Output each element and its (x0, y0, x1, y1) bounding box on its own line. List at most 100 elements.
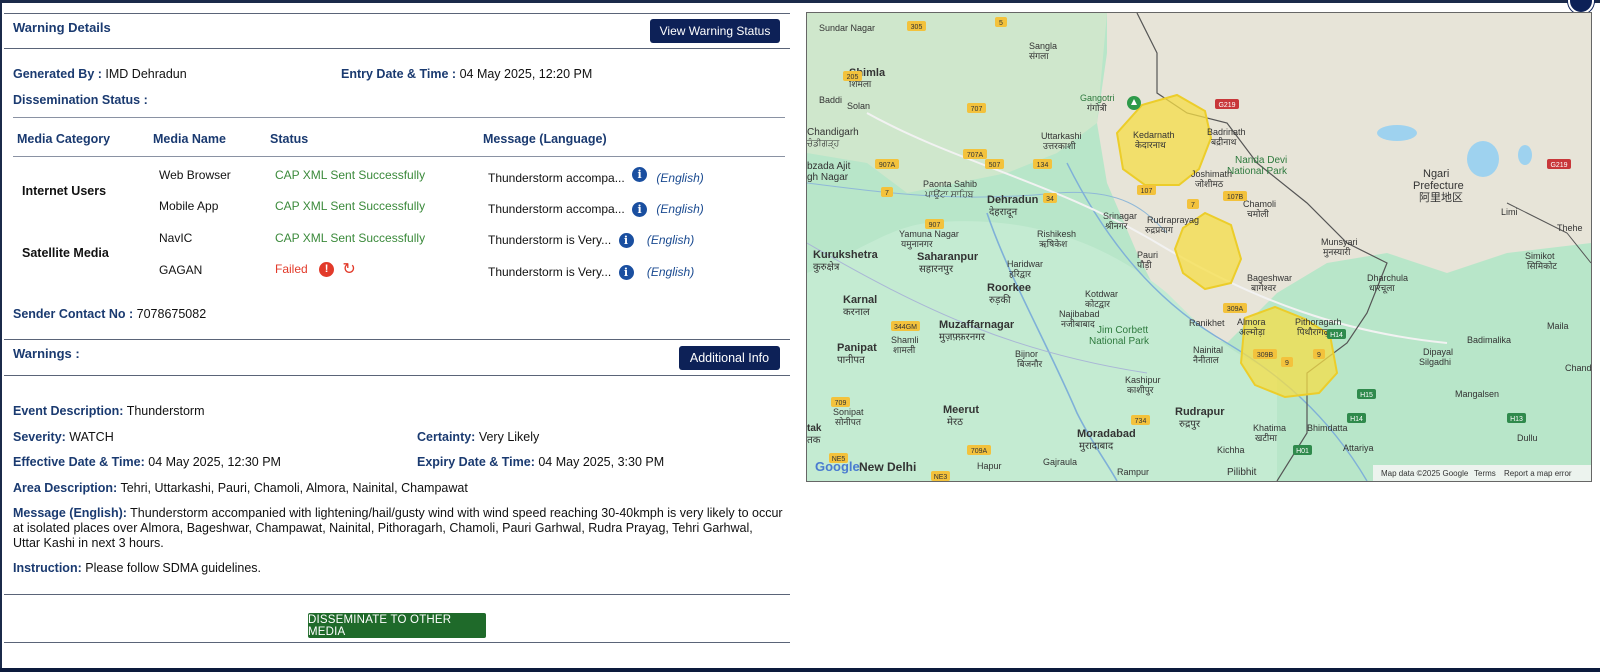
warnings-title: Warnings : (13, 346, 80, 361)
map-label: काशीपुर (1127, 384, 1154, 396)
map-label: रुड़की (989, 294, 1011, 306)
map-label: Silgadhi (1419, 357, 1451, 367)
info-icon[interactable]: i (618, 233, 634, 249)
map-label: चमोली (1247, 208, 1270, 219)
map-label: Moradabad (1077, 428, 1136, 440)
map-label: अल्मोड़ा (1239, 326, 1266, 337)
road-shield-label: 507 (989, 162, 1001, 169)
map-label: Chandigarh (807, 127, 859, 138)
road-shield-label: 309A (1227, 306, 1244, 313)
map-label: संगला (1029, 51, 1049, 61)
map-label: Haridwar (1007, 259, 1043, 269)
road-shield-label: 7 (1191, 202, 1195, 209)
map-label: बद्रीनाथ (1211, 136, 1237, 147)
road-shield-label: 205 (847, 74, 859, 81)
view-warning-status-button[interactable]: View Warning Status (650, 19, 780, 43)
disseminate-button[interactable]: DISSEMINATE TO OTHER MEDIA (308, 613, 486, 638)
event-description: Event Description: Thunderstorm (13, 404, 205, 418)
road-shield-label: 707A (967, 152, 984, 159)
map-label: Maila (1547, 321, 1569, 331)
instruction: Instruction: Please follow SDMA guidelin… (13, 561, 262, 575)
warning-area-map[interactable]: Sundar Nagar Shimla शिमला Baddi Solan Ch… (806, 12, 1592, 482)
map-data-attribution: Map data ©2025 Google (1381, 469, 1469, 478)
media-name: Web Browser (159, 168, 231, 182)
map-label: रुद्रप्रयाग (1145, 225, 1174, 235)
map-label: श्रीनगर (1105, 220, 1128, 231)
map-label: Kotdwar (1085, 289, 1118, 299)
road-shield-label: G219 (1550, 162, 1567, 169)
map-label: मुनस्यारी (1323, 246, 1351, 258)
divider (4, 13, 790, 14)
road-shield-label: 34 (1046, 196, 1054, 203)
road-shield-label: 907A (879, 162, 896, 169)
road-shield-label: 309B (1257, 352, 1274, 359)
map-label: Nainital (1193, 345, 1223, 355)
map-label: Pauri (1137, 250, 1158, 260)
road-shield-label: 734 (1135, 418, 1147, 425)
map-label: बागेश्वर (1251, 282, 1276, 293)
map-label: Attariya (1343, 443, 1374, 453)
road-shield-label: H15 (1360, 392, 1373, 399)
map-label: Najibabad (1059, 309, 1100, 319)
map-label: शामली (893, 344, 916, 355)
map-label: कोटद्वार (1085, 298, 1110, 309)
road-shield-label: G219 (1218, 102, 1235, 109)
map-label: gh Nagar (807, 172, 849, 183)
top-bar (0, 0, 1600, 3)
map-label: Dehradun (987, 194, 1039, 206)
map-label: Kurukshetra (813, 249, 879, 261)
map-label: Ranikhet (1189, 318, 1225, 328)
table-divider (13, 117, 785, 118)
map-label: Meerut (943, 404, 979, 416)
map-label: उत्तरकाशी (1043, 140, 1076, 151)
map-label: ऋषिकेश (1039, 238, 1068, 249)
map-label: Shamli (891, 335, 919, 345)
map-label: Muzaffarnagar (939, 319, 1015, 331)
map-label: जोशीमठ (1195, 178, 1224, 189)
map-label: 阿里地区 (1419, 191, 1463, 204)
map-canvas[interactable]: Sundar Nagar Shimla शिमला Baddi Solan Ch… (807, 13, 1591, 481)
map-label: Sundar Nagar (819, 23, 875, 33)
status-success: CAP XML Sent Successfully (275, 231, 426, 245)
map-label: Pilibhit (1227, 467, 1257, 478)
road-shield-label: 907 (929, 222, 941, 229)
road-shield-label: H14 (1330, 332, 1343, 339)
map-label: Dipayal (1423, 347, 1453, 357)
map-label: Baddi (819, 95, 842, 105)
expiry-date: Expiry Date & Time: 04 May 2025, 3:30 PM (417, 455, 665, 469)
error-icon[interactable]: ! (319, 262, 335, 278)
map-label: रुद्रपुर (1179, 419, 1201, 430)
map-label: सोनीपत (835, 416, 862, 427)
map-label: Joshimath (1191, 169, 1232, 179)
map-label: Sonipat (833, 407, 864, 417)
message-cell: Thunderstorm accompa... i (English) (488, 167, 704, 185)
map-label: ਪਾਉਂਟਾ ਸਾਹਿਬ (924, 189, 974, 199)
map-label: Thehe (1557, 223, 1583, 233)
map-label: National Park (1089, 336, 1150, 347)
map-label: Bageshwar (1247, 273, 1292, 283)
road-shield-label: NE3 (934, 474, 948, 481)
road-shield-label: 709 (835, 400, 847, 407)
map-terms-link[interactable]: Terms (1474, 469, 1496, 478)
map-label: Chanda (1565, 363, 1591, 373)
road-shield-label: 107B (1227, 194, 1244, 201)
map-label: गंगोत्री (1087, 102, 1107, 113)
info-icon[interactable]: i (632, 167, 648, 183)
map-label: पानीपत (837, 354, 865, 366)
map-label: Prefecture (1413, 180, 1464, 192)
road-shield-label: H14 (1350, 416, 1363, 423)
table-divider (13, 156, 785, 157)
report-map-error-link[interactable]: Report a map error (1504, 469, 1572, 478)
left-border (0, 0, 2, 672)
map-label: National Park (1227, 166, 1288, 177)
map-label: Ngari (1423, 168, 1449, 180)
warning-details-title: Warning Details (13, 20, 111, 35)
retry-icon[interactable]: ↻ (342, 262, 355, 278)
map-label: Hapur (977, 461, 1002, 471)
map-label: Roorkee (987, 282, 1031, 294)
map-label: Yamuna Nagar (899, 229, 959, 239)
map-label: Mangalsen (1455, 389, 1499, 399)
additional-info-button[interactable]: Additional Info (679, 346, 780, 370)
info-icon[interactable]: i (618, 265, 634, 281)
info-icon[interactable]: i (632, 202, 648, 218)
